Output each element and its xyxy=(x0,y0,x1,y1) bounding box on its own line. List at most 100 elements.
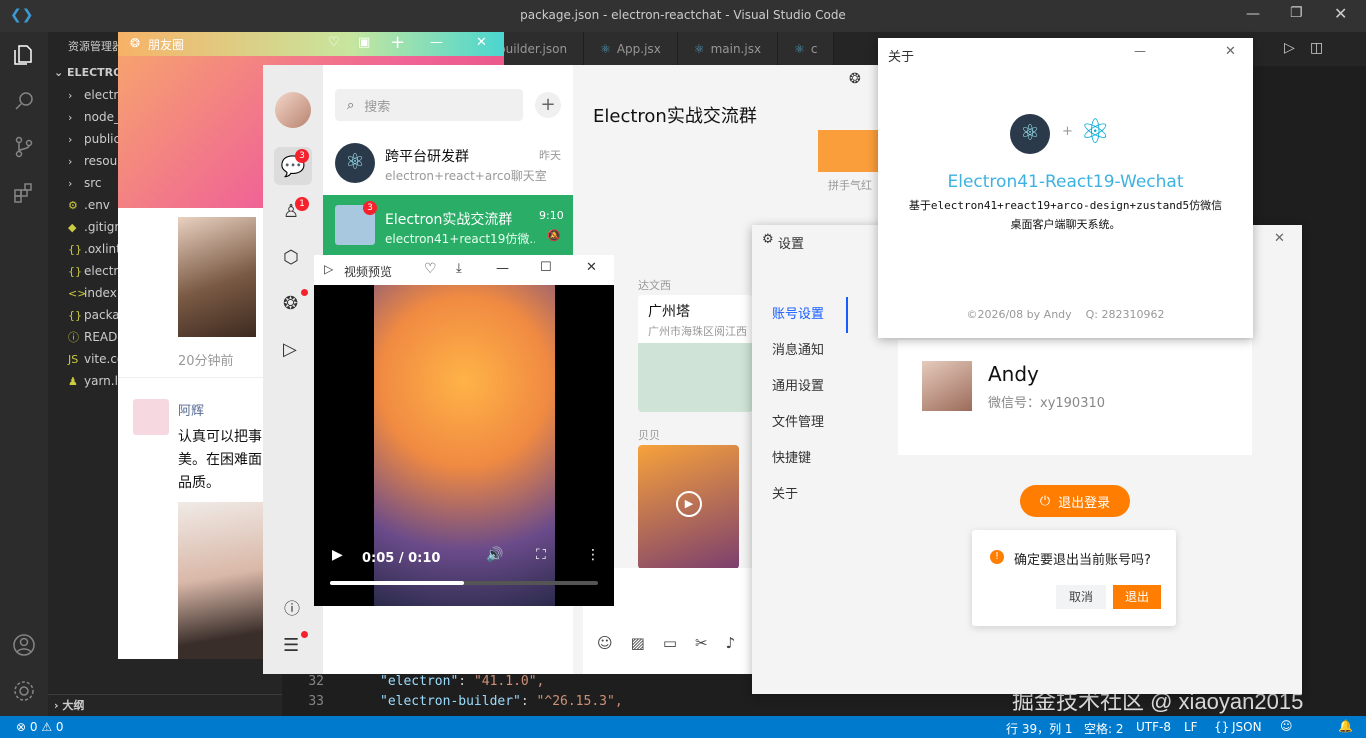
location-title: 广州塔 xyxy=(648,304,690,320)
mic-icon[interactable]: ♪ xyxy=(726,634,736,652)
json-key: "electron" xyxy=(380,674,459,689)
download-icon[interactable]: ⤓ xyxy=(456,261,462,276)
warning-icon: ! xyxy=(990,550,1004,564)
settings-menu-notify[interactable]: 消息通知 xyxy=(752,333,848,369)
confirm-logout-button[interactable]: 退出 xyxy=(1113,585,1161,609)
minimize-icon[interactable]: — xyxy=(430,35,443,50)
post-user[interactable]: 阿辉 xyxy=(178,400,204,419)
moments-logo-icon: ❂ xyxy=(130,36,141,50)
add-icon[interactable]: + xyxy=(390,32,405,53)
restore-icon[interactable]: ❐ xyxy=(1290,5,1303,21)
settings-menu-general[interactable]: 通用设置 xyxy=(752,369,848,405)
tab-label: builder.json xyxy=(498,42,568,56)
indentation[interactable]: 空格: 2 xyxy=(1084,720,1124,737)
video-titlebar: ▷ 视频预览 ♡ ⤓ — ☐ ✕ xyxy=(314,255,614,285)
problems-indicator[interactable]: ⊗ 0 ⚠ 0 xyxy=(16,720,64,734)
maximize-icon[interactable]: ☐ xyxy=(540,260,552,275)
cancel-button[interactable]: 取消 xyxy=(1056,585,1106,609)
settings-menu-shortcuts[interactable]: 快捷键 xyxy=(752,441,848,477)
chat-name: 跨平台研发群 xyxy=(385,149,469,165)
json-key: "electron-builder" xyxy=(380,694,521,709)
avatar[interactable] xyxy=(133,399,169,435)
video-message[interactable]: ▶ xyxy=(638,445,739,569)
redpacket-hint: 拼手气红 xyxy=(828,179,872,192)
scissors-icon[interactable]: ✂ xyxy=(695,634,708,652)
location-card[interactable]: 广州塔 广州市海珠区阅江西 xyxy=(638,295,753,412)
heart-icon[interactable]: ♡ xyxy=(424,261,437,277)
minimize-icon[interactable]: — xyxy=(1134,44,1146,58)
video-icon[interactable]: ▷ xyxy=(283,339,297,360)
tree-item-label: .oxlint xyxy=(84,242,121,256)
about-window: 关于 — ✕ ⚛ + ⚛ Electron41-React19-Wechat 基… xyxy=(878,38,1253,338)
moments-shortcut-icon[interactable]: ❂ xyxy=(849,71,861,87)
minimize-icon[interactable]: — xyxy=(496,261,509,276)
location-address: 广州市海珠区阅江西 xyxy=(648,325,747,338)
encoding[interactable]: UTF-8 xyxy=(1136,720,1171,734)
search-placeholder: 搜索 xyxy=(364,99,391,115)
split-editor-icon[interactable]: ◫ xyxy=(1310,40,1323,56)
run-icon[interactable]: ▷ xyxy=(1284,40,1295,56)
box-icon[interactable]: ⬡ xyxy=(283,247,299,268)
settings-gear-icon[interactable] xyxy=(0,668,48,714)
search-icon: ⌕ xyxy=(347,97,355,113)
video-progress-track[interactable] xyxy=(330,581,598,585)
settings-menu-account[interactable]: 账号设置 xyxy=(752,297,848,333)
image-icon[interactable]: ▣ xyxy=(358,35,370,50)
info-icon[interactable]: ⓘ xyxy=(284,595,300,619)
file-icon: › xyxy=(68,89,73,102)
volume-icon[interactable]: 🔊 xyxy=(486,547,503,563)
video-progress-fill xyxy=(330,581,464,585)
close-icon[interactable]: ✕ xyxy=(586,260,597,275)
tab-label: c xyxy=(810,42,818,56)
close-icon[interactable]: ✕ xyxy=(476,35,487,50)
language-mode[interactable]: JSON xyxy=(1232,720,1262,734)
unread-badge: 3 xyxy=(363,201,377,215)
line-ending[interactable]: LF xyxy=(1184,720,1198,734)
explorer-icon[interactable] xyxy=(0,32,48,78)
folder-icon[interactable]: ▭ xyxy=(663,634,677,652)
tab-other[interactable]: ⚛ c xyxy=(778,32,835,66)
red-packet[interactable] xyxy=(818,130,878,172)
source-control-icon[interactable] xyxy=(0,124,48,170)
file-icon: ⓘ xyxy=(68,331,79,344)
add-button[interactable]: + xyxy=(535,92,561,118)
account-icon[interactable] xyxy=(0,622,48,668)
minimize-icon[interactable]: — xyxy=(1246,6,1260,22)
heart-icon[interactable]: ♡ xyxy=(328,35,340,50)
image-icon[interactable]: ▨ xyxy=(631,634,645,652)
avatar[interactable] xyxy=(922,361,972,411)
video-title: 视频预览 xyxy=(344,265,393,279)
extensions-icon[interactable] xyxy=(0,170,48,216)
close-icon[interactable]: ✕ xyxy=(1274,231,1285,246)
error-count: 0 xyxy=(29,720,38,734)
logout-button[interactable]: ⏻ 退出登录 xyxy=(1020,485,1130,517)
outline-section[interactable]: › 大纲 xyxy=(48,694,282,716)
menu-icon[interactable]: ☰ xyxy=(283,635,299,656)
feedback-icon[interactable]: ☺ xyxy=(1280,719,1293,733)
search-icon[interactable] xyxy=(0,78,48,124)
vscode-titlebar: ❮❯ package.json - electron-reactchat - V… xyxy=(0,0,1366,32)
chat-item[interactable]: ⚛ 跨平台研发群 electron+react+arco聊天室 昨天 xyxy=(323,135,573,195)
close-icon[interactable]: ✕ xyxy=(1334,4,1347,23)
tree-item-label: resour xyxy=(84,154,123,168)
chat-name: Electron实战交流群 xyxy=(385,212,513,228)
react-icon: ⚛ xyxy=(1080,112,1111,152)
post-photo[interactable] xyxy=(178,217,256,337)
settings-menu-files[interactable]: 文件管理 xyxy=(752,405,848,441)
close-icon[interactable]: ✕ xyxy=(1225,44,1236,59)
moments-icon[interactable]: ❂ xyxy=(283,293,298,314)
tab-main[interactable]: ⚛ main.jsx xyxy=(677,32,779,66)
emoji-icon[interactable]: ☺ xyxy=(597,634,613,652)
tab-app[interactable]: ⚛ App.jsx xyxy=(584,32,678,66)
chat-preview: electron+react+arco聊天室 xyxy=(385,169,547,183)
fullscreen-icon[interactable]: ⛶ xyxy=(536,547,546,563)
chat-preview: electron41+react19仿微... xyxy=(385,232,535,246)
notifications-icon[interactable]: 🔔 xyxy=(1338,719,1353,733)
more-icon[interactable]: ⋮ xyxy=(586,547,600,563)
search-input[interactable]: ⌕ 搜索 xyxy=(335,89,523,121)
settings-menu-about[interactable]: 关于 xyxy=(752,477,848,513)
chat-item-selected[interactable]: 3 Electron实战交流群 electron41+react19仿微... … xyxy=(323,195,573,255)
play-button[interactable]: ▶ xyxy=(332,547,343,563)
avatar[interactable] xyxy=(275,92,311,128)
cursor-position[interactable]: 行 39，列 1 xyxy=(1006,720,1073,737)
